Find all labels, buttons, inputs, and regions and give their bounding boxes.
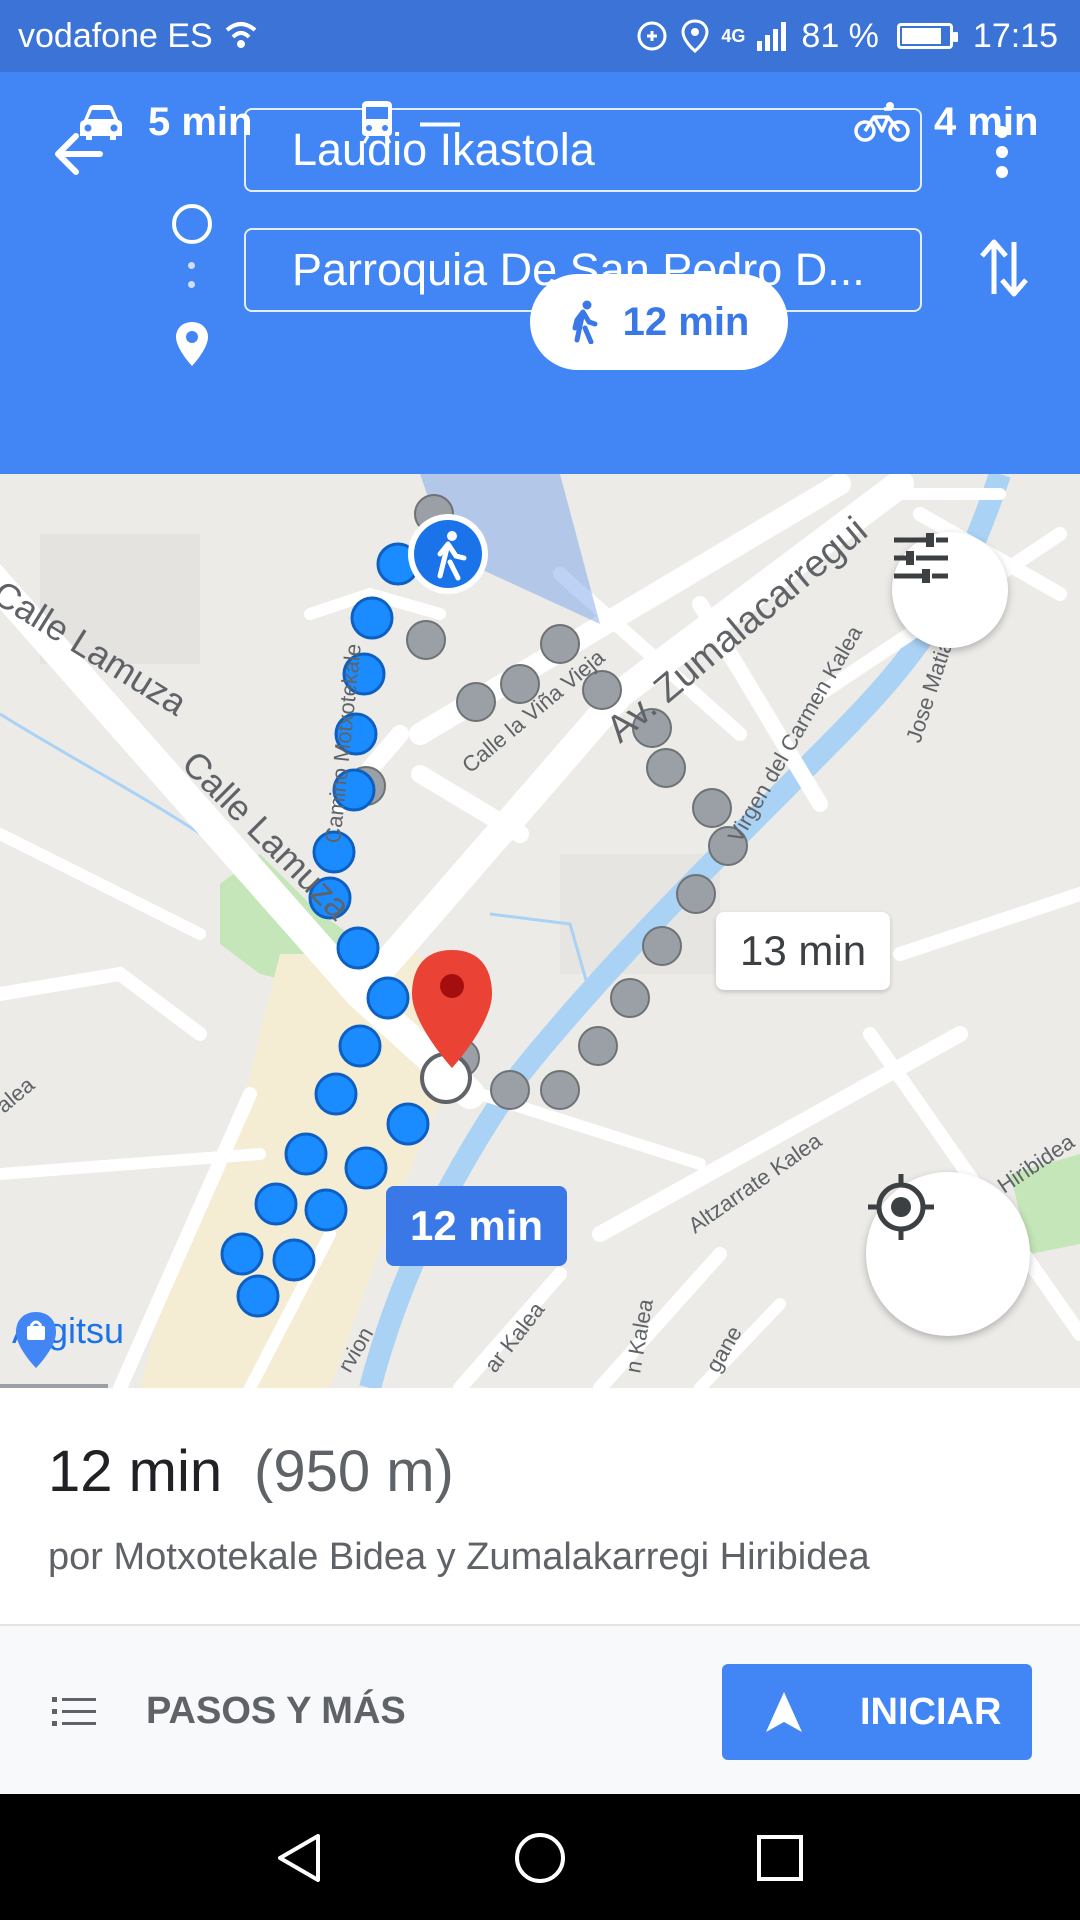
summary-time: 12 min <box>48 1439 223 1504</box>
list-icon <box>52 1697 96 1726</box>
mode-transit[interactable]: — <box>358 74 460 170</box>
my-location-button[interactable] <box>866 1172 1030 1336</box>
car-icon <box>80 105 122 140</box>
summary-distance: (950 m) <box>254 1439 454 1504</box>
recents-square-icon[interactable] <box>752 1830 808 1886</box>
route-options-button[interactable] <box>892 532 1008 648</box>
data-saver-icon <box>637 21 667 51</box>
mode-bike-label: 4 min <box>934 99 1039 144</box>
steps-button[interactable]: PASOS Y MÁS <box>52 1668 406 1754</box>
shopping-pin-icon <box>16 1312 56 1368</box>
navigation-arrow-icon <box>766 1692 802 1732</box>
poi-argitsu[interactable]: Argitsu <box>12 1310 124 1368</box>
home-circle-icon[interactable] <box>512 1830 568 1886</box>
location-icon <box>681 19 709 53</box>
status-right: 4G 81 % 17:15 <box>635 17 1058 56</box>
street <box>0 966 207 1041</box>
alt-route-time-label[interactable]: 13 min <box>716 912 891 990</box>
start-button[interactable]: INICIAR <box>722 1664 1032 1760</box>
main-route-time-text: 12 min <box>410 1202 544 1249</box>
bicycle-icon <box>854 102 910 142</box>
main-route-time-label[interactable]: 12 min <box>386 1186 568 1266</box>
map-view[interactable]: Calle Lamuza Calle Lamuza Camino Motxote… <box>0 474 1080 1388</box>
origin-marker <box>420 1052 472 1104</box>
street <box>0 828 206 940</box>
action-bar: PASOS Y MÁS INICIAR <box>0 1624 1080 1794</box>
user-location-marker <box>408 514 488 594</box>
train-icon <box>362 101 392 144</box>
street <box>593 1247 727 1388</box>
status-bar: vodafone ES 4G 81 % 17:15 <box>0 0 1080 72</box>
street <box>411 765 529 843</box>
alt-route-time-text: 13 min <box>740 927 867 974</box>
signal-icon <box>757 22 787 51</box>
back-triangle-icon[interactable] <box>272 1830 328 1886</box>
crosshair-icon <box>868 1174 934 1240</box>
summary-via: por Motxotekale Bidea y Zumalakarregi Hi… <box>48 1536 870 1578</box>
system-nav-bar <box>0 1794 1080 1920</box>
street-label: alea <box>0 1071 40 1117</box>
street-label: ar Kalea <box>479 1297 550 1378</box>
carrier-label: vodafone ES <box>18 16 213 55</box>
battery-icon <box>896 23 958 49</box>
mode-walk[interactable]: 12 min <box>530 274 788 370</box>
mode-bike[interactable]: 4 min <box>854 74 1038 170</box>
battery-percent: 81 % <box>801 16 879 55</box>
street <box>893 887 1080 961</box>
walking-icon <box>572 300 598 344</box>
origin-circle-icon <box>172 204 212 244</box>
destination-pin-icon <box>176 322 208 366</box>
route-connector <box>188 262 196 300</box>
origin-field[interactable]: Laudio Ikastola <box>244 108 922 192</box>
status-left: vodafone ES <box>18 17 259 56</box>
clock: 17:15 <box>972 16 1058 55</box>
mode-car-label: 5 min <box>148 99 253 144</box>
network-label: 4G <box>721 25 746 46</box>
route-summary[interactable]: 12 min (950 m) por Motxotekale Bidea y Z… <box>0 1388 1080 1624</box>
mode-walk-label: 12 min <box>622 299 750 344</box>
steps-label: PASOS Y MÁS <box>146 1689 406 1732</box>
tune-icon <box>894 533 948 583</box>
swap-vert-icon[interactable] <box>976 236 1032 300</box>
mode-car[interactable]: 5 min <box>78 74 252 170</box>
wifi-icon <box>225 22 257 48</box>
mode-transit-label: — <box>420 99 460 144</box>
start-label: INICIAR <box>860 1690 1002 1733</box>
